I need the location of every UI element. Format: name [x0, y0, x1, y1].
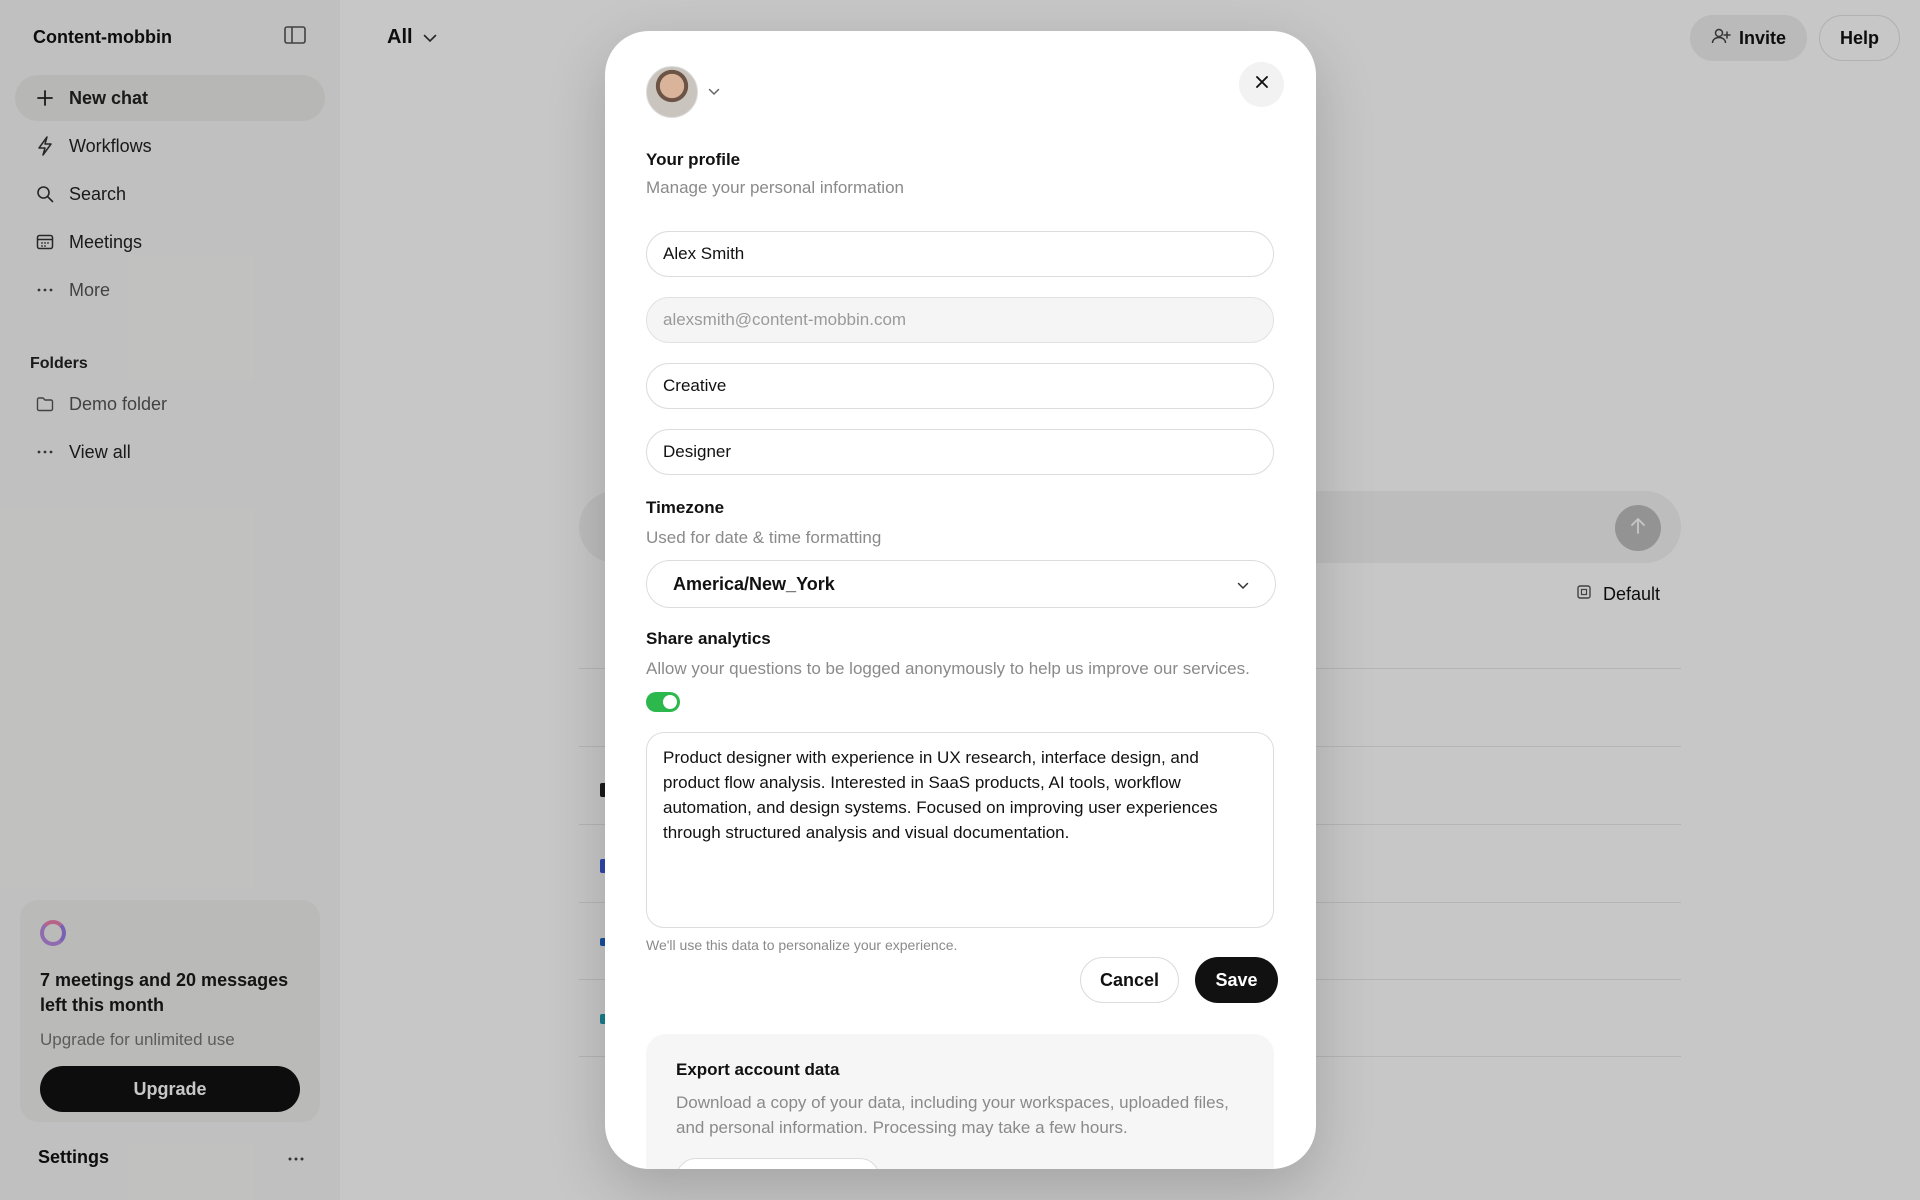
timezone-value: America/New_York [673, 573, 835, 594]
avatar-selector[interactable] [646, 66, 720, 118]
export-title: Export account data [676, 1060, 840, 1079]
profile-modal: Your profile Manage your personal inform… [605, 31, 1316, 1169]
analytics-title: Share analytics [646, 629, 771, 648]
close-icon [1255, 75, 1269, 94]
chevron-down-icon [1237, 574, 1249, 595]
bio-textarea[interactable]: Product designer with experience in UX r… [646, 732, 1274, 928]
name-field[interactable]: Alex Smith [646, 231, 1274, 277]
profile-subtitle: Manage your personal information [646, 178, 904, 197]
close-button[interactable] [1239, 62, 1284, 107]
profile-title: Your profile [646, 150, 741, 169]
avatar [646, 66, 698, 118]
timezone-select[interactable]: America/New_York [646, 560, 1276, 608]
email-field: alexsmith@content-mobbin.com [646, 297, 1274, 343]
timezone-title: Timezone [646, 498, 725, 517]
department-field[interactable]: Creative [646, 363, 1274, 409]
cancel-button[interactable]: Cancel [1080, 957, 1179, 1003]
toggle-knob [663, 695, 677, 709]
role-field[interactable]: Designer [646, 429, 1274, 475]
timezone-subtitle: Used for date & time formatting [646, 528, 882, 547]
analytics-toggle[interactable] [646, 692, 680, 712]
export-button[interactable] [676, 1158, 880, 1169]
export-subtitle: Download a copy of your data, including … [676, 1093, 1229, 1137]
save-button[interactable]: Save [1195, 957, 1278, 1003]
analytics-subtitle: Allow your questions to be logged anonym… [646, 659, 1250, 678]
chevron-down-icon [708, 83, 720, 101]
bio-hint: We'll use this data to personalize your … [646, 937, 958, 953]
export-data-card: Export account data Download a copy of y… [646, 1034, 1274, 1169]
